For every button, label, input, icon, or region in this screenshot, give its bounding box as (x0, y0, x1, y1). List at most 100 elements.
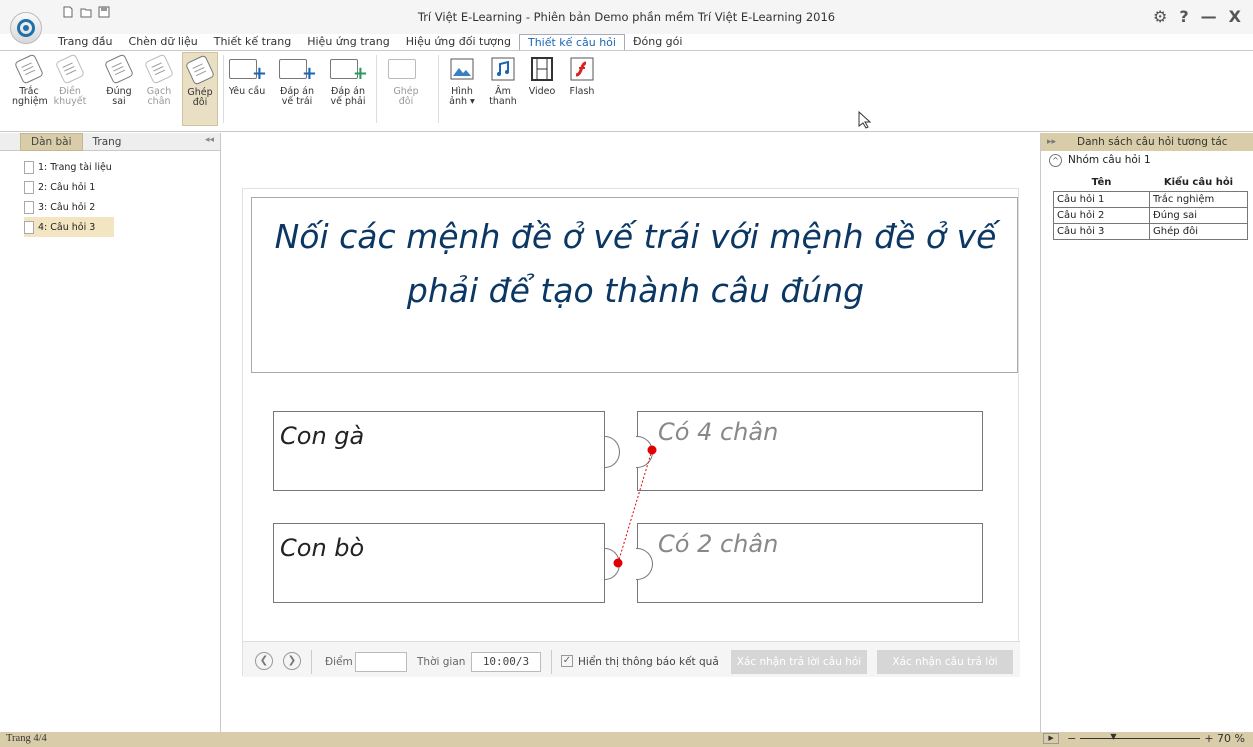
true-false-button[interactable]: Đúng sai (103, 53, 135, 107)
left-clause-text: Con bò (280, 534, 365, 562)
outline-item-label: 1: Trang tài liệu (38, 161, 112, 173)
matching-button[interactable]: Ghép đôi (182, 52, 218, 126)
outline-item[interactable]: 2: Câu hỏi 1 (24, 177, 220, 197)
add-right-answer-icon: + (328, 57, 368, 83)
puzzle-slot (636, 436, 653, 468)
add-left-answer-icon: + (277, 57, 317, 83)
outline-item[interactable]: 3: Câu hỏi 2 (24, 197, 220, 217)
left-clause-box[interactable]: Con gà (273, 411, 620, 491)
tab-thiet-ke-trang[interactable]: Thiết kế trang (206, 34, 300, 50)
table-row[interactable]: Câu hỏi 3 Ghép đôi (1053, 222, 1248, 240)
mouse-pointer-icon (858, 111, 872, 129)
settings-icon[interactable]: ⚙ (1153, 7, 1167, 26)
left-clause-box[interactable]: Con bò (273, 523, 620, 603)
button-label: ảnh ▾ (449, 96, 475, 107)
requirement-button[interactable]: + Yêu cầu (226, 57, 268, 97)
quiz-card-icon (143, 53, 175, 85)
cell-name: Câu hỏi 2 (1053, 206, 1150, 224)
ribbon-separator (376, 55, 377, 123)
audio-button[interactable]: Âm thanh (487, 57, 519, 107)
multiple-choice-button[interactable]: Trắc nghiệm (12, 53, 48, 107)
show-result-label: Hiển thị thông báo kết quả (578, 656, 719, 668)
question-line-2: phải để tạo thành câu đúng (406, 271, 865, 310)
outline-item-selected[interactable]: 4: Câu hỏi 3 (24, 217, 114, 237)
zoom-slider[interactable]: ▼ (1080, 732, 1201, 741)
time-field[interactable]: 10:00/3 (471, 652, 541, 672)
app-logo-button[interactable] (10, 12, 42, 44)
button-label: Yêu cầu (228, 86, 266, 97)
underline-button[interactable]: Gạch chân (143, 53, 175, 107)
outline-item[interactable]: 1: Trang tài liệu (24, 157, 220, 177)
page-icon (24, 180, 34, 194)
tab-trang-dau[interactable]: Trang đầu (50, 34, 121, 50)
expand-panel-icon[interactable]: ▸▸ (1047, 133, 1056, 151)
minimize-button[interactable]: — (1201, 7, 1217, 26)
page-icon (24, 160, 34, 174)
title-bar: Trí Việt E-Learning - Phiên bản Demo phầ… (0, 0, 1253, 44)
question-line-1: Nối các mệnh đề ở vế trái với mệnh đề ở … (274, 217, 997, 256)
right-clause-text: Có 2 chân (658, 530, 779, 558)
button-label: chân (147, 96, 171, 107)
column-header-name: Tên (1053, 175, 1150, 192)
pair-icon (386, 57, 426, 81)
question-text-box[interactable]: Nối các mệnh đề ở vế trái với mệnh đề ở … (251, 197, 1018, 373)
next-button[interactable]: ❯ (283, 652, 301, 670)
quiz-card-icon (54, 53, 86, 85)
previous-button[interactable]: ❮ (255, 652, 273, 670)
collapse-panel-icon[interactable]: ◂◂ (205, 135, 214, 145)
zoom-out-button[interactable]: − (1067, 732, 1076, 745)
tab-chen-du-lieu[interactable]: Chèn dữ liệu (121, 34, 206, 50)
question-group[interactable]: ^ Nhóm câu hỏi 1 (1041, 151, 1253, 169)
close-button[interactable]: X (1229, 7, 1241, 26)
confirm-answer-button[interactable]: Xác nhận câu trả lời (877, 650, 1013, 674)
button-label: sai (112, 96, 126, 107)
ribbon: Trắc nghiệm Điền khuyết Đúng sai Gạch chân G… (0, 50, 1253, 132)
tab-thiet-ke-cau-hoi[interactable]: Thiết kế câu hỏi (518, 34, 625, 50)
help-button[interactable]: ? (1179, 7, 1188, 26)
collapse-group-icon[interactable]: ^ (1049, 153, 1062, 167)
panel-header: ▸▸ Danh sách câu hỏi tương tác (1041, 133, 1253, 151)
flash-icon (570, 57, 594, 81)
ribbon-separator (438, 55, 439, 123)
right-answer-button[interactable]: + Đáp án vế phải (326, 57, 370, 107)
film-icon (531, 57, 553, 81)
image-icon (450, 58, 474, 80)
play-icon[interactable]: ▶ (1043, 733, 1060, 744)
puzzle-tab (605, 436, 620, 468)
score-field[interactable] (355, 652, 407, 672)
fill-blank-button[interactable]: Điền khuyết (52, 53, 88, 107)
page-indicator: Trang 4/4 (6, 733, 47, 744)
cell-name: Câu hỏi 1 (1053, 190, 1150, 208)
right-clause-box[interactable]: Có 4 chân (636, 411, 983, 491)
right-clause-box[interactable]: Có 2 chân (636, 523, 983, 603)
flash-button[interactable]: Flash (566, 57, 598, 97)
confirm-question-button[interactable]: Xác nhận trả lời câu hỏi (731, 650, 867, 674)
image-button[interactable]: Hình ảnh ▾ (446, 57, 478, 107)
music-note-icon (491, 57, 515, 81)
video-button[interactable]: Video (526, 57, 558, 97)
button-label: vế phải (330, 96, 366, 107)
button-label: đôi (192, 97, 208, 108)
column-header-type: Kiểu câu hỏi (1149, 175, 1248, 192)
window-title: Trí Việt E-Learning - Phiên bản Demo phầ… (417, 10, 836, 24)
table-row[interactable]: Câu hỏi 2 Đúng sai (1053, 206, 1248, 224)
table-row[interactable]: Câu hỏi 1 Trắc nghiệm (1053, 190, 1248, 208)
show-result-checkbox[interactable]: ✓ (561, 655, 573, 667)
zoom-slider-thumb[interactable]: ▼ (1110, 732, 1116, 741)
tab-hieu-ung-trang[interactable]: Hiệu ứng trang (299, 34, 398, 50)
tab-dong-goi[interactable]: Đóng gói (625, 34, 690, 50)
toolbar-separator (551, 650, 552, 674)
add-requirement-icon: + (227, 57, 267, 83)
tab-hieu-ung-doi-tuong[interactable]: Hiệu ứng đối tượng (398, 34, 519, 50)
button-label: khuyết (53, 96, 87, 107)
pair-button[interactable]: Ghép đôi (384, 57, 428, 107)
tab-pages[interactable]: Trang (83, 134, 132, 150)
page-icon (24, 220, 34, 234)
tab-outline[interactable]: Dàn bài (20, 132, 83, 151)
left-answer-button[interactable]: + Đáp án vế trái (275, 57, 319, 107)
button-label: thanh (489, 96, 517, 107)
left-clause-text: Con gà (280, 422, 365, 450)
outline-item-label: 3: Câu hỏi 2 (38, 201, 96, 213)
zoom-in-button[interactable]: + 70 % (1204, 732, 1245, 745)
cell-type: Ghép đôi (1149, 222, 1248, 240)
